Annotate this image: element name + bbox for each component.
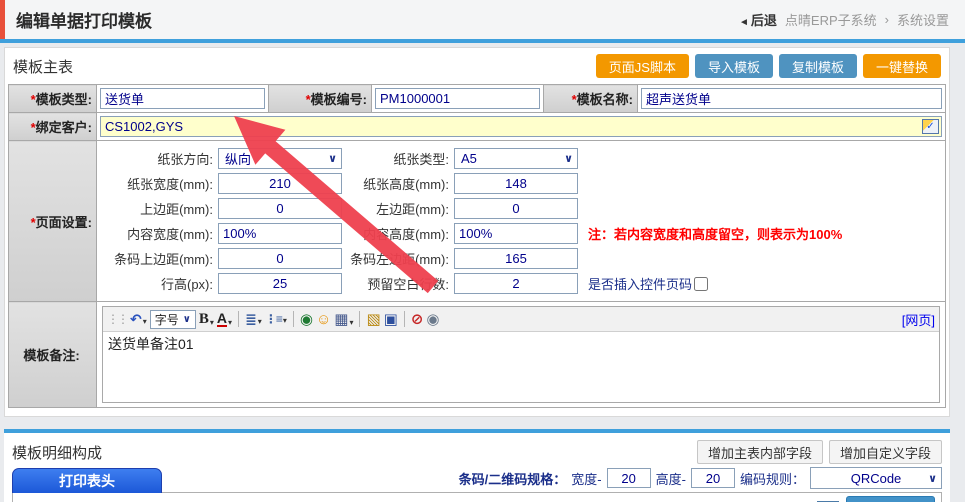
- label-encode-rule: 编码规则：: [740, 469, 805, 488]
- barcode-margin-left-input[interactable]: [454, 248, 578, 269]
- encode-rule-select[interactable]: QRCode∨: [810, 467, 942, 489]
- label-content-width: 内容宽度(mm):: [100, 224, 218, 243]
- label-paper-direction: 纸张方向:: [100, 149, 218, 168]
- table-edit-icon[interactable]: ▦▾: [334, 312, 353, 327]
- breadcrumb: ◄后退 点晴ERP子系统 › 系统设置: [739, 10, 949, 29]
- label-page-settings: *页面设置:: [9, 141, 97, 302]
- page-header: 编辑单据打印模板 ◄后退 点晴ERP子系统 › 系统设置: [0, 0, 965, 43]
- label-margin-top: 上边距(mm):: [100, 199, 218, 218]
- chevron-down-icon: ∨: [564, 152, 573, 165]
- undo-icon[interactable]: ↶▾: [130, 312, 147, 326]
- label-blank-rows: 预留空白行数:: [342, 274, 454, 293]
- content-width-input[interactable]: [218, 223, 342, 244]
- paper-direction-select[interactable]: 纵向∨: [218, 148, 342, 169]
- detail-hint-box: 增加表格务必使用后面的表格插入控件，列宽更改务必通过合并单元格实现，不要直接拖动…: [12, 492, 942, 502]
- margin-left-input[interactable]: [454, 198, 578, 219]
- drag-handle[interactable]: ⋮⋮: [107, 313, 127, 325]
- toolbar-separator: [404, 311, 405, 327]
- label-bind-customer: *绑定客户:: [9, 113, 97, 141]
- bind-customer-input[interactable]: [100, 116, 942, 137]
- toolbar-separator: [359, 311, 360, 327]
- toolbar-separator: [238, 311, 239, 327]
- template-master-panel: 模板主表 页面JS脚本 导入模板 复制模板 一键替换 *模板类型: *模板编号:…: [4, 47, 950, 417]
- toolbar-separator: [293, 311, 294, 327]
- section-title-master: 模板主表: [13, 56, 73, 77]
- add-master-field-button[interactable]: 增加主表内部字段: [697, 440, 823, 464]
- template-code-input[interactable]: [375, 88, 540, 109]
- remark-content[interactable]: 送货单备注01: [103, 332, 939, 402]
- tab-print-header[interactable]: 打印表头: [12, 468, 162, 493]
- web-page-link[interactable]: [网页]: [902, 310, 935, 329]
- barcode-height-input[interactable]: [691, 468, 735, 488]
- font-color-icon[interactable]: A▾: [217, 311, 232, 327]
- label-barcode-width: 宽度-: [571, 469, 601, 488]
- label-insert-page-number: 是否插入控件页码: [588, 274, 692, 293]
- chevron-down-icon: ∨: [928, 472, 937, 485]
- restore-defaults-button[interactable]: 恢复预置值: [846, 496, 935, 502]
- template-type-input[interactable]: [100, 88, 265, 109]
- label-barcode-height: 高度-: [656, 469, 686, 488]
- font-size-select[interactable]: 字号∨: [150, 310, 196, 329]
- preview-eye-icon[interactable]: ◉: [426, 312, 439, 327]
- add-custom-field-button[interactable]: 增加自定义字段: [829, 440, 942, 464]
- remark-rich-text-editor: ⋮⋮ ↶▾ 字号∨ B▾ A▾ ≣▾ ⋮≡▾ ◉ ☺ ▦▾: [102, 306, 940, 403]
- back-arrow-icon: ◄: [739, 17, 749, 28]
- blank-rows-input[interactable]: [454, 273, 578, 294]
- chevron-down-icon: ∨: [328, 152, 337, 165]
- label-paper-width: 纸张宽度(mm):: [100, 174, 218, 193]
- label-template-type: *模板类型:: [9, 85, 97, 113]
- save-html-icon[interactable]: ▣: [384, 312, 398, 327]
- label-template-code: *模板编号:: [269, 85, 372, 113]
- label-barcode-margin-top: 条码上边距(mm):: [100, 249, 218, 268]
- label-barcode-margin-left: 条码左边距(mm):: [342, 249, 454, 268]
- paper-width-input[interactable]: [218, 173, 342, 194]
- label-paper-height: 纸张高度(mm):: [342, 174, 454, 193]
- template-detail-panel: 模板明细构成 增加主表内部字段 增加自定义字段 打印表头 条码/二维码规格： 宽…: [4, 429, 950, 502]
- breadcrumb-current: 系统设置: [897, 10, 949, 29]
- editor-toolbar: ⋮⋮ ↶▾ 字号∨ B▾ A▾ ≣▾ ⋮≡▾ ◉ ☺ ▦▾: [103, 307, 939, 332]
- row-height-input[interactable]: [218, 273, 342, 294]
- label-content-height: 内容高度(mm):: [342, 224, 454, 243]
- label-row-height: 行高(px):: [100, 274, 218, 293]
- breadcrumb-sep-icon: ›: [885, 12, 889, 27]
- label-template-remark: 模板备注:: [9, 302, 97, 408]
- content-size-note: 注：若内容宽度和高度留空，则表示为100%: [588, 224, 842, 243]
- label-paper-type: 纸张类型:: [342, 149, 454, 168]
- align-icon[interactable]: ≣▾: [245, 312, 262, 326]
- label-template-name: *模板名称:: [544, 85, 638, 113]
- template-name-input[interactable]: [641, 88, 942, 109]
- content-height-input[interactable]: [454, 223, 578, 244]
- one-key-replace-button[interactable]: 一键替换: [863, 54, 941, 78]
- chevron-down-icon: ∨: [183, 314, 191, 325]
- insert-image-icon[interactable]: ▧: [366, 312, 380, 327]
- insert-page-number-checkbox[interactable]: [694, 277, 708, 291]
- import-template-button[interactable]: 导入模板: [695, 54, 773, 78]
- paper-height-input[interactable]: [454, 173, 578, 194]
- customer-picker-icon[interactable]: ✓: [922, 119, 939, 134]
- ordered-list-icon[interactable]: ⋮≡▾: [265, 313, 287, 325]
- barcode-width-input[interactable]: [607, 468, 651, 488]
- label-margin-left: 左边距(mm):: [342, 199, 454, 218]
- margin-top-input[interactable]: [218, 198, 342, 219]
- page-title: 编辑单据打印模板: [16, 7, 152, 32]
- barcode-margin-top-input[interactable]: [218, 248, 342, 269]
- hyperlink-globe-icon[interactable]: ◉: [300, 312, 313, 327]
- emoticon-icon[interactable]: ☺: [316, 312, 331, 327]
- page-js-script-button[interactable]: 页面JS脚本: [596, 54, 689, 78]
- paper-type-select[interactable]: A5∨: [454, 148, 578, 169]
- bold-icon[interactable]: B▾: [199, 312, 214, 327]
- label-barcode-spec: 条码/二维码规格：: [459, 469, 567, 488]
- title-accent-bar: [0, 0, 5, 39]
- section-title-detail: 模板明细构成: [12, 442, 102, 463]
- copy-template-button[interactable]: 复制模板: [779, 54, 857, 78]
- breadcrumb-parent[interactable]: 点晴ERP子系统: [785, 10, 877, 29]
- media-block-icon[interactable]: ⊘: [411, 312, 424, 327]
- back-button[interactable]: ◄后退: [739, 10, 777, 29]
